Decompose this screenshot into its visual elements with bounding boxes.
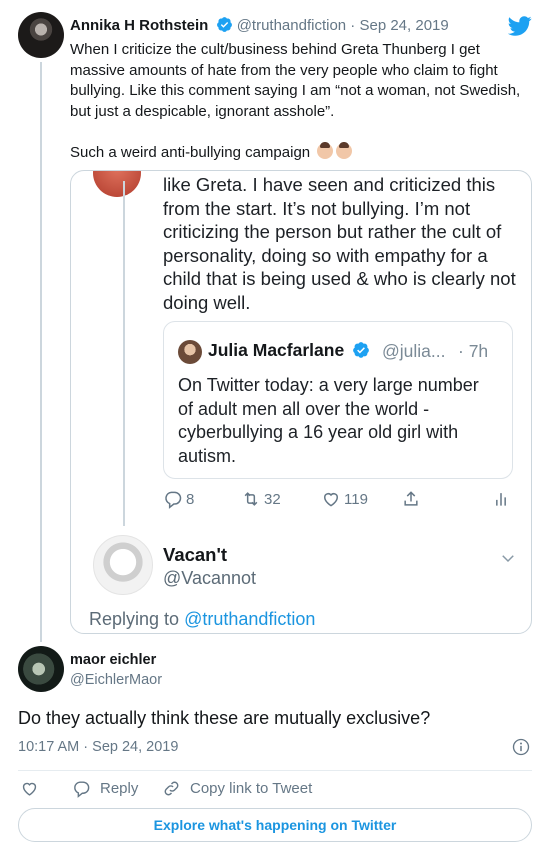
analytics-icon [496, 493, 506, 506]
parent-author-name[interactable]: Annika H Rothstein [70, 17, 208, 34]
woman-facepalming-emoji-icon [336, 141, 353, 159]
reply-author-avatar [93, 535, 153, 595]
main-author-handle[interactable]: @EichlerMaor [70, 672, 162, 688]
quoted-author-name: Julia Macfarlane [208, 340, 370, 361]
main-author-name[interactable]: maor eichler [70, 652, 156, 668]
parent-author-avatar[interactable] [18, 12, 64, 58]
heart-icon [22, 782, 37, 796]
replying-to-line: Replying to @truthandfiction [89, 609, 315, 630]
quoted-author-handle: @julia... [382, 341, 446, 361]
reply-icon [165, 491, 182, 509]
reply-author-handle: @Vacannot [163, 568, 256, 588]
retweet-icon [244, 492, 258, 506]
parent-tweet-date[interactable]: Sep 24, 2019 [359, 17, 448, 34]
quoted-tweet-text: On Twitter today: a very large number of… [178, 375, 479, 466]
like-count: 119 [344, 490, 368, 508]
main-author-avatar[interactable] [18, 646, 64, 692]
screenshot-thread-line [123, 181, 125, 526]
twitter-bird-icon[interactable] [508, 14, 532, 38]
main-tweet-text: Do they actually think these are mutuall… [18, 708, 431, 728]
retweet-count: 32 [264, 490, 281, 508]
divider [18, 770, 532, 771]
screenshot-retweet-action: 32 [241, 489, 281, 509]
reply-button[interactable]: Reply [72, 779, 138, 798]
quoted-tweet-card: Julia Macfarlane @julia... · 7h On Twitt… [163, 321, 513, 479]
thread-line [40, 62, 42, 642]
main-tweet-timestamp[interactable]: 10:17 AM · Sep 24, 2019 [18, 739, 178, 755]
copy-link-button[interactable]: Copy link to Tweet [162, 779, 312, 798]
screenshot-analytics-action [491, 489, 511, 509]
like-button[interactable] [20, 779, 39, 798]
woman-facepalming-emoji-icon [317, 141, 334, 159]
parent-author-handle[interactable]: @truthandfiction [237, 17, 346, 34]
parent-tweet-paragraph-2: Such a weird anti-bullying campaign [70, 141, 532, 164]
parent-author-row: Annika H Rothstein @truthandfiction · Se… [70, 16, 449, 34]
quoted-author-avatar [178, 340, 202, 364]
quoted-tweet-time: · 7h [458, 341, 489, 361]
link-icon [164, 781, 179, 796]
copy-link-label: Copy link to Tweet [190, 780, 313, 797]
reply-button-label: Reply [100, 780, 139, 797]
reply-icon [74, 781, 90, 798]
heart-icon [324, 493, 338, 507]
screenshot-tweet-text: like Greta. I have seen and criticized t… [163, 174, 516, 313]
screenshot-avatar-cropped [93, 171, 141, 197]
embedded-screenshot[interactable]: like Greta. I have seen and criticized t… [70, 170, 532, 634]
explore-twitter-button[interactable]: Explore what's happening on Twitter [18, 808, 532, 842]
screenshot-reply-action: 8 [163, 489, 194, 509]
replying-to-handle: @truthandfiction [184, 609, 316, 629]
screenshot-like-action: 119 [321, 489, 368, 509]
screenshot-share-action [401, 489, 421, 509]
quoted-author-name-text: Julia Macfarlane [208, 340, 345, 360]
verified-badge-icon [216, 17, 232, 32]
parent-tweet-paragraph-2-text: Such a weird anti-bullying campaign [70, 143, 311, 161]
share-icon [404, 491, 418, 506]
parent-tweet-text: When I criticize the cult/business behin… [70, 40, 532, 184]
info-icon[interactable] [512, 738, 530, 756]
parent-tweet-paragraph-1: When I criticize the cult/business behin… [70, 41, 521, 120]
reply-author-name: Vacan't [163, 544, 228, 565]
separator-dot: · [346, 17, 360, 34]
reply-count: 8 [186, 490, 195, 508]
verified-badge-icon [353, 342, 369, 358]
replying-to-label: Replying to [89, 609, 180, 629]
chevron-down-icon [502, 555, 514, 563]
